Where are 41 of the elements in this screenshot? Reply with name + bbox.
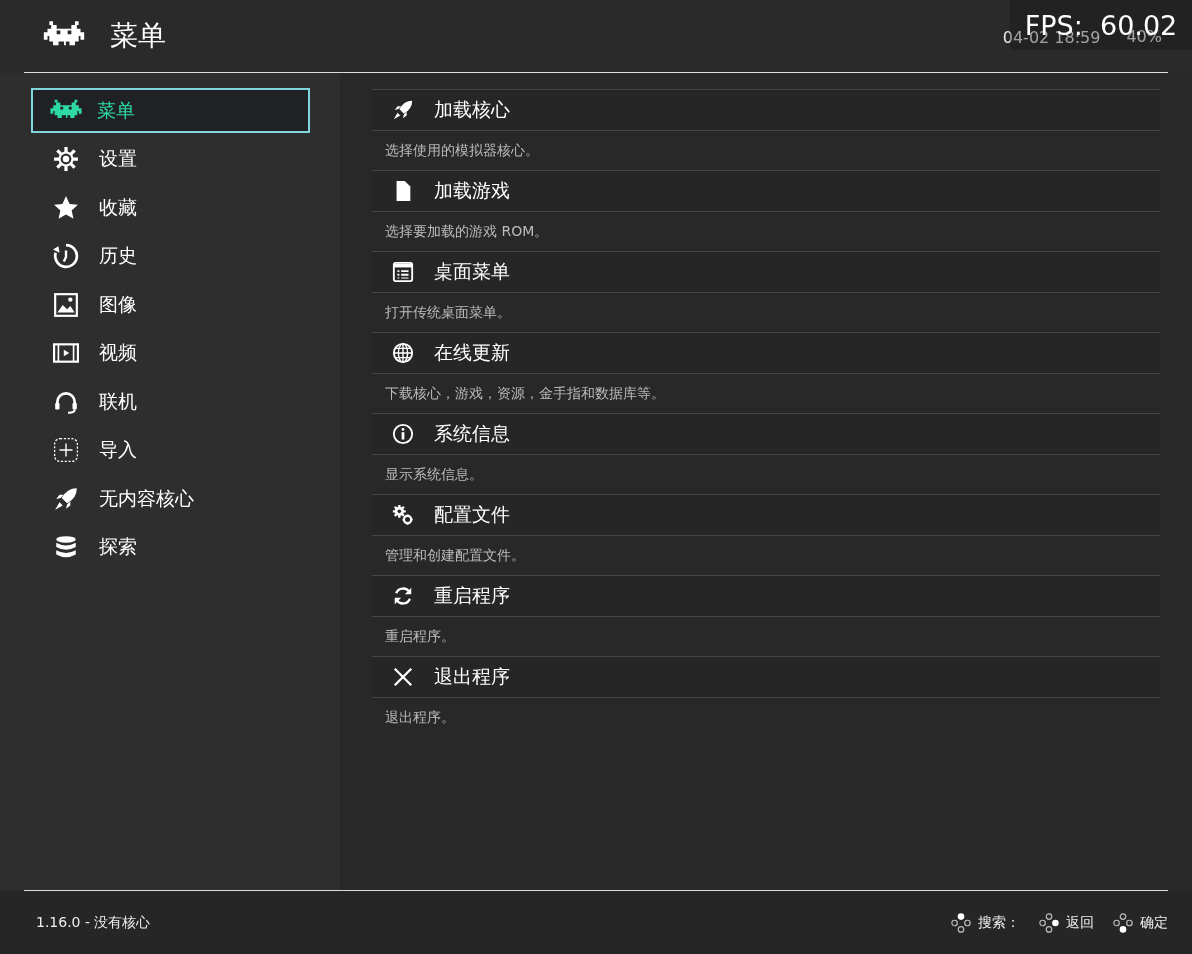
entry-description: 重启程序。 (384, 626, 456, 646)
add-icon (53, 437, 79, 463)
sidebar-item[interactable]: 图像 (31, 282, 310, 327)
database-icon (53, 534, 79, 560)
rocket-icon (392, 99, 414, 121)
menu-title: 菜单 (110, 18, 166, 54)
entry-description: 管理和创建配置文件。 (384, 545, 526, 565)
entry-description: 显示系统信息。 (384, 464, 484, 484)
sidebar-item[interactable]: 设置 (31, 136, 310, 182)
gamepad-buttons-icon (950, 911, 972, 934)
refresh-icon (392, 585, 414, 607)
gamepad-buttons-icon (1112, 911, 1134, 934)
film-icon (53, 340, 79, 366)
entry-description: 下载核心，游戏，资源，金手指和数据库等。 (384, 383, 666, 403)
settings-icon (53, 146, 79, 172)
hint-text: 确定 (1140, 913, 1168, 932)
sidebar-item[interactable]: 探索 (31, 524, 310, 570)
info-icon (392, 423, 414, 445)
sidebar-item[interactable]: 导入 (31, 427, 310, 473)
sidebar-item[interactable]: 视频 (31, 330, 310, 376)
entry-description: 退出程序。 (384, 707, 456, 727)
hint-text: 返回 (1066, 913, 1094, 932)
rocket-icon (53, 485, 79, 512)
history-icon (53, 243, 79, 269)
version-text: 1.16.0 - 没有核心 (36, 913, 151, 932)
sidebar-item[interactable]: 历史 (31, 233, 310, 279)
close-icon (392, 666, 414, 688)
gamepad-buttons-icon (1038, 911, 1060, 934)
list-icon (392, 261, 414, 283)
entry-description: 选择要加载的游戏 ROM。 (384, 221, 550, 241)
hint-text: 搜索： (978, 913, 1020, 932)
entry-description: 选择使用的模拟器核心。 (384, 140, 540, 160)
gears-icon (392, 504, 414, 526)
entry-description: 打开传统桌面菜单。 (384, 302, 512, 322)
globe-icon (392, 342, 414, 364)
star-icon (53, 194, 79, 221)
image-icon (53, 291, 79, 318)
sidebar-item[interactable]: 联机 (31, 379, 310, 424)
sidebar-item[interactable]: 菜单 (31, 88, 310, 133)
sidebar-item[interactable]: 无内容核心 (31, 476, 310, 521)
sidebar-item[interactable]: 收藏 (31, 185, 310, 230)
